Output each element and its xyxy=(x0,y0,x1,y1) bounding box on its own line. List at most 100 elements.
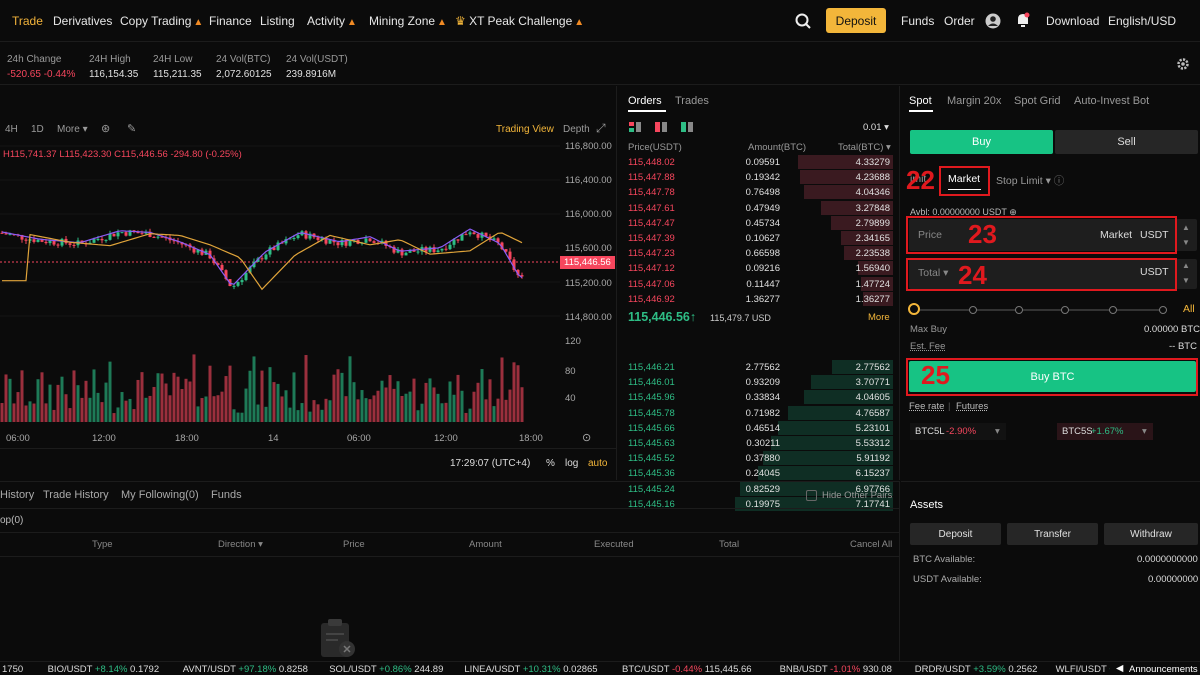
marquee-pair[interactable]: BNB/USDT -1.01% 930.08 xyxy=(780,664,892,675)
user-icon[interactable] xyxy=(985,13,1001,29)
nav-funds[interactable]: Funds xyxy=(901,14,934,28)
fullscreen-icon[interactable]: ⤢ xyxy=(596,121,606,136)
settings-icon[interactable] xyxy=(1176,57,1190,71)
tab-funds[interactable]: Funds xyxy=(211,489,242,501)
tab-spot-grid[interactable]: Spot Grid xyxy=(1014,95,1060,107)
book-asks-icon[interactable] xyxy=(655,122,667,132)
book-bids-icon[interactable] xyxy=(681,122,693,132)
bid-row[interactable]: 115,445.36 0.24045 6.15237 xyxy=(618,466,900,481)
col-amount: Amount(BTC) xyxy=(748,142,807,153)
marquee-pair[interactable]: LINEA/USDT +10.31% 0.02865 xyxy=(464,664,597,675)
tab-orders[interactable]: Orders xyxy=(628,95,662,107)
order-type-stop-limit[interactable]: Stop Limit ▾ ⓘ xyxy=(996,173,1064,188)
assets-withdraw-button[interactable]: Withdraw xyxy=(1104,523,1198,545)
ask-row[interactable]: 115,447.78 0.76498 4.04346 xyxy=(618,185,900,200)
slider-step[interactable] xyxy=(1015,306,1023,314)
tab-auto-invest[interactable]: Auto-Invest Bot xyxy=(1074,95,1149,107)
fee-rate-link[interactable]: Fee rate xyxy=(909,401,944,412)
volume-bar xyxy=(0,403,4,422)
nav-derivatives[interactable]: Derivatives xyxy=(53,14,112,28)
ask-row[interactable]: 115,447.39 0.10627 2.34165 xyxy=(618,231,900,246)
amount-slider-track[interactable] xyxy=(914,309,1167,311)
hide-pairs-checkbox[interactable] xyxy=(806,490,817,501)
col-direction[interactable]: Direction ▾ xyxy=(218,539,263,550)
reset-icon[interactable]: ⊙ xyxy=(582,431,591,444)
pair-change: +3.59% xyxy=(970,664,1006,675)
ask-row[interactable]: 115,448.02 0.09591 4.33279 xyxy=(618,155,900,170)
ask-row[interactable]: 115,447.12 0.09216 1.56940 xyxy=(618,261,900,276)
slider-step[interactable] xyxy=(1109,306,1117,314)
volume-bar xyxy=(28,401,32,422)
ask-row[interactable]: 115,447.88 0.19342 4.23688 xyxy=(618,170,900,185)
deposit-button[interactable]: Deposit xyxy=(826,8,886,33)
slider-step[interactable] xyxy=(1061,306,1069,314)
slider-step[interactable] xyxy=(1159,306,1167,314)
nav-copy-trading[interactable]: Copy Trading ▲ xyxy=(120,14,203,28)
volume-axis-label: 80 xyxy=(565,366,576,377)
leveraged-token-long[interactable]: BTC5L -2.90% ▾ xyxy=(910,423,1006,440)
bid-row[interactable]: 115,445.52 0.37880 5.91192 xyxy=(618,451,900,466)
nav-language[interactable]: English/USD xyxy=(1108,14,1176,28)
futures-link[interactable]: Futures xyxy=(956,401,988,412)
percent-toggle[interactable]: % xyxy=(546,458,555,469)
nav-listing[interactable]: Listing xyxy=(260,14,295,28)
book-both-icon[interactable] xyxy=(629,122,641,132)
ask-row[interactable]: 115,447.23 0.66598 2.23538 xyxy=(618,246,900,261)
nav-download[interactable]: Download xyxy=(1046,14,1099,28)
nav-peak-challenge[interactable]: ♛ XT Peak Challenge ▲ xyxy=(455,14,584,28)
auto-toggle[interactable]: auto xyxy=(588,458,607,469)
assets-deposit-button[interactable]: Deposit xyxy=(910,523,1001,545)
assets-transfer-button[interactable]: Transfer xyxy=(1007,523,1098,545)
announcements-link[interactable]: ◀ Announcements xyxy=(1110,662,1200,675)
ask-row[interactable]: 115,446.92 1.36277 1.36277 xyxy=(618,291,900,307)
marquee-pair[interactable]: BIO/USDT +8.14% 0.1792 xyxy=(48,664,160,675)
volume-bar xyxy=(268,367,272,422)
tab-history[interactable]: History xyxy=(0,489,34,501)
precision-select[interactable]: 0.01 ▾ xyxy=(863,122,889,133)
log-toggle[interactable]: log xyxy=(565,458,578,469)
ask-row[interactable]: 115,447.61 0.47949 3.27848 xyxy=(618,200,900,216)
marquee-pair[interactable]: BTC/USDT -0.44% 115,445.66 xyxy=(622,664,752,675)
total-stepper[interactable]: ▲ ▼ xyxy=(1182,258,1190,288)
bid-row[interactable]: 115,445.96 0.33834 4.04605 xyxy=(618,390,900,405)
ask-row[interactable]: 115,447.06 0.11447 1.47724 xyxy=(618,276,900,292)
nav-finance[interactable]: Finance xyxy=(209,14,252,28)
nav-mining-zone[interactable]: Mining Zone ▲ xyxy=(369,14,447,28)
row-price: 115,447.23 xyxy=(628,248,675,260)
nav-activity[interactable]: Activity ▲ xyxy=(307,14,357,28)
price-chart[interactable]: 4H 1D More ▾ ⊛ ✎ Trading View Depth ⤢ H1… xyxy=(0,86,617,480)
marquee-pair[interactable]: SOL/USDT +0.86% 244.89 xyxy=(329,664,443,675)
ask-row[interactable]: 115,447.47 0.45734 2.79899 xyxy=(618,215,900,231)
nav-trade[interactable]: Trade xyxy=(12,14,43,28)
leveraged-token-short[interactable]: BTC5S +1.67% ▾ xyxy=(1057,423,1153,440)
bid-row[interactable]: 115,445.78 0.71982 4.76587 xyxy=(618,405,900,421)
tab-my-following[interactable]: My Following(0) xyxy=(121,489,199,501)
bid-row[interactable]: 115,446.01 0.93209 3.70771 xyxy=(618,375,900,390)
tab-spot[interactable]: Spot xyxy=(909,95,932,107)
ticker-label: 24H High xyxy=(89,54,131,65)
tab-trade-history[interactable]: Trade History xyxy=(43,489,109,501)
marquee-pair[interactable]: 1750 xyxy=(2,664,23,675)
marquee-pair[interactable]: DRDR/USDT +3.59% 0.2562 xyxy=(915,664,1038,675)
depth-toggle[interactable]: Depth xyxy=(563,124,590,135)
price-stepper[interactable]: ▲ ▼ xyxy=(1182,220,1190,250)
row-amount: 0.09591 xyxy=(745,157,780,168)
buy-tab-button[interactable]: Buy xyxy=(910,130,1053,154)
all-button[interactable]: All xyxy=(1183,303,1195,315)
bid-row[interactable]: 115,445.66 0.46514 5.23101 xyxy=(618,420,900,436)
slider-step[interactable] xyxy=(969,306,977,314)
bid-row[interactable]: 115,445.63 0.30211 5.53312 xyxy=(618,436,900,451)
ticker-24h-low: 24H Low 115,211.35 xyxy=(153,52,202,82)
marquee-pair[interactable]: AVNT/USDT +97.18% 0.8258 xyxy=(183,664,308,675)
tab-margin[interactable]: Margin 20x xyxy=(947,95,1001,107)
nav-order[interactable]: Order xyxy=(944,14,975,28)
volume-bar xyxy=(184,378,188,422)
bell-icon[interactable] xyxy=(1016,12,1030,28)
tab-trades[interactable]: Trades xyxy=(675,95,709,107)
cancel-all-button[interactable]: Cancel All xyxy=(850,539,892,550)
bid-row[interactable]: 115,446.21 2.77562 2.77562 xyxy=(618,360,900,375)
amount-slider-handle[interactable] xyxy=(908,303,920,315)
sell-tab-button[interactable]: Sell xyxy=(1055,130,1198,154)
more-link[interactable]: More xyxy=(868,312,890,323)
search-icon[interactable] xyxy=(795,13,811,29)
